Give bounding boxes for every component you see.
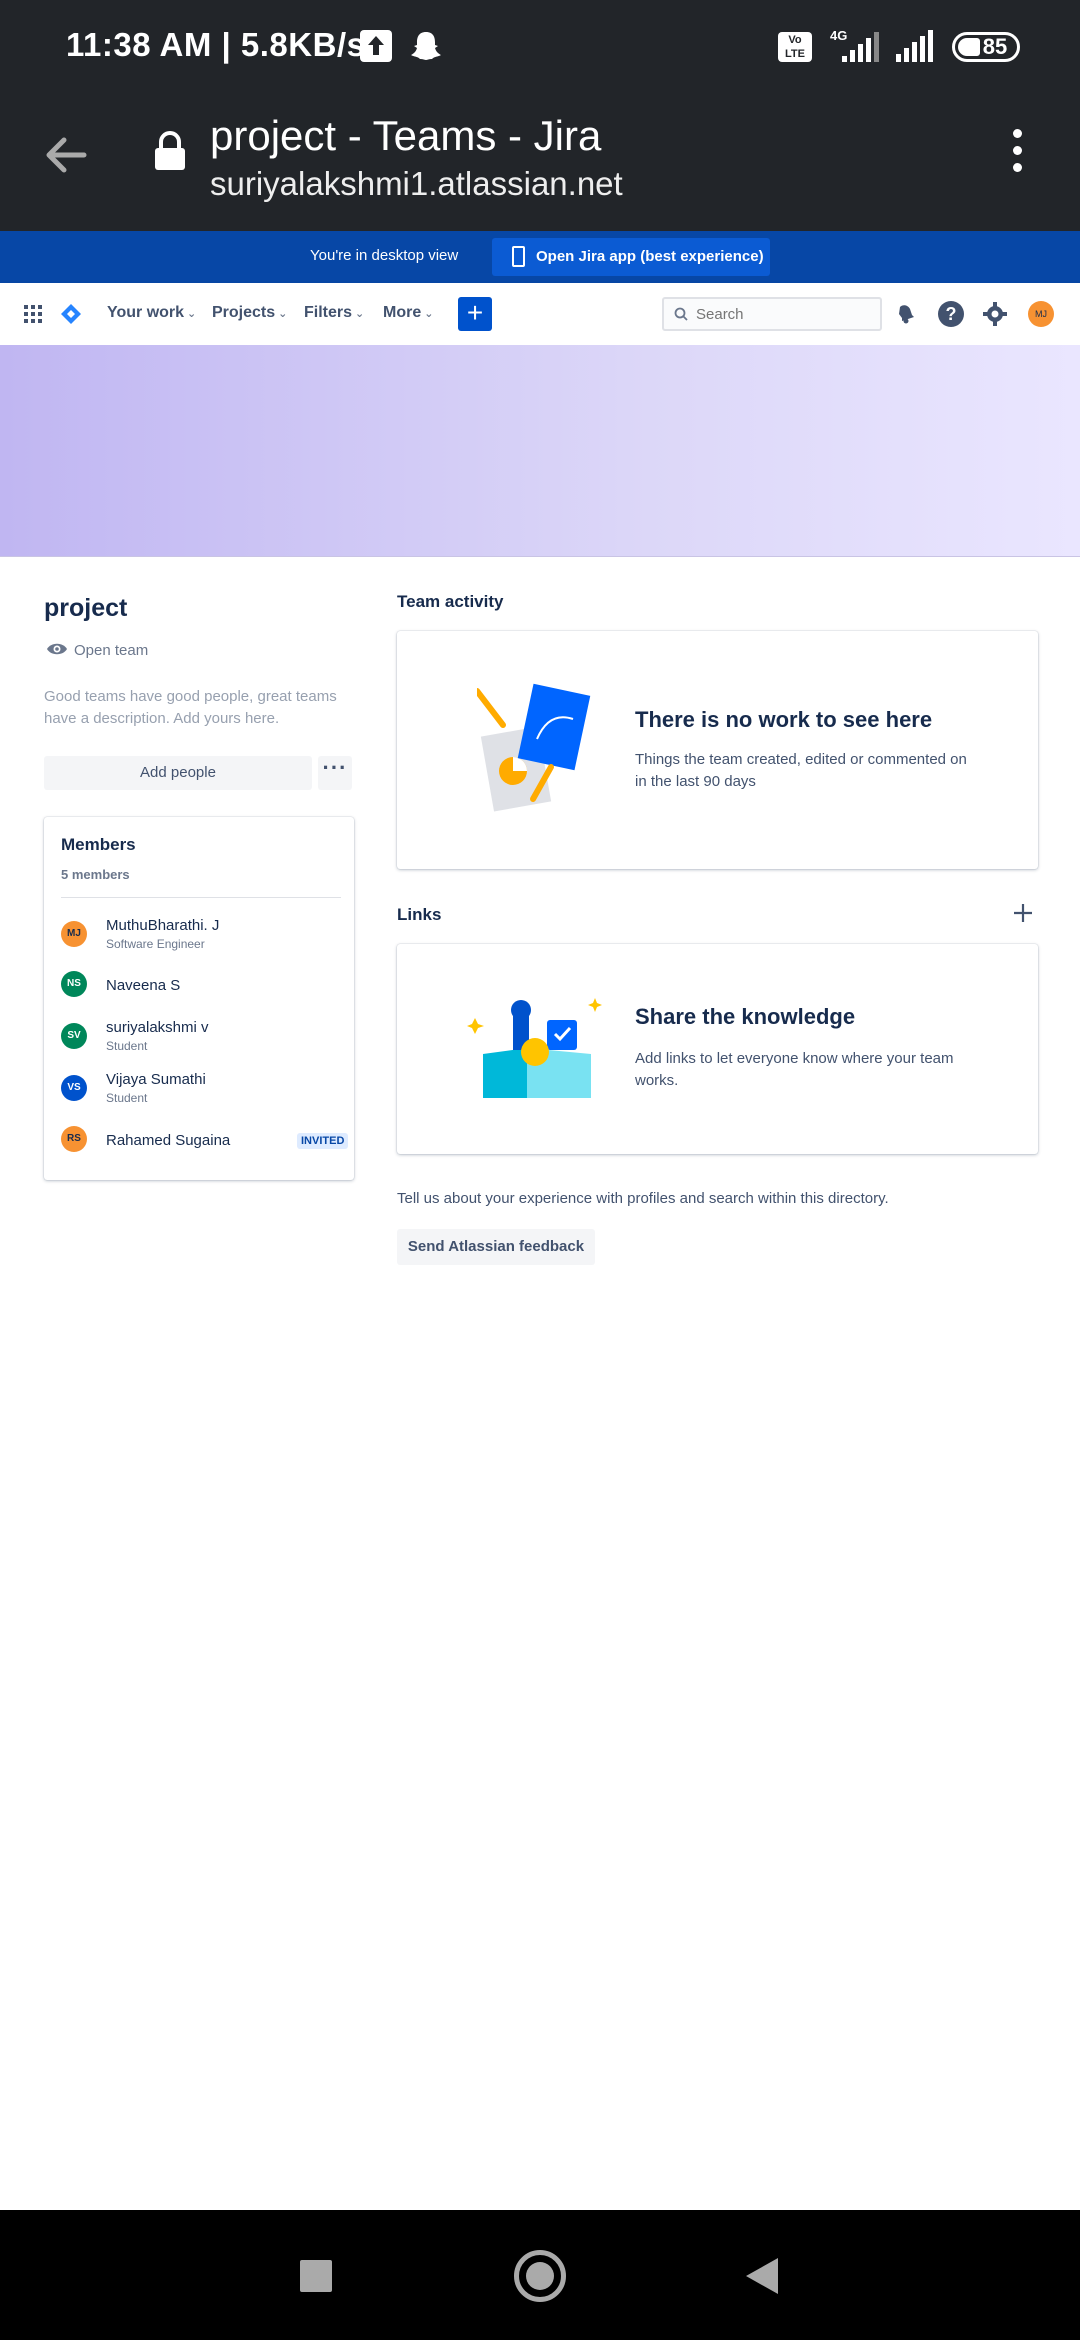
settings-gear-icon[interactable] <box>982 301 1008 327</box>
battery-icon: 85 <box>952 32 1020 62</box>
nav-your-work[interactable]: Your work ⌄ <box>107 304 196 322</box>
member-row[interactable]: NS Naveena S <box>61 967 341 1007</box>
svg-text:4G: 4G <box>830 28 847 43</box>
add-link-icon[interactable] <box>1012 902 1034 929</box>
avatar: MJ <box>61 921 87 947</box>
status-bar: 11:38 AM | 5.8KB/s Vo LTE 4G 85 <box>0 0 1080 94</box>
desktop-view-banner: You're in desktop view Open Jira app (be… <box>0 231 1080 283</box>
member-name: Naveena S <box>106 977 181 994</box>
search-icon <box>674 307 688 326</box>
avatar: NS <box>61 971 87 997</box>
home-icon[interactable] <box>514 2250 566 2302</box>
page-title: project - Teams - Jira <box>210 112 602 159</box>
team-activity-title: Team activity <box>397 592 504 611</box>
member-row[interactable]: MJ MuthuBharathi. J Software Engineer <box>61 917 341 957</box>
member-role: Student <box>106 1039 148 1053</box>
invited-badge: INVITED <box>297 1133 349 1149</box>
divider <box>61 897 341 898</box>
create-button[interactable]: + <box>458 297 492 331</box>
back-triangle-icon[interactable] <box>744 2256 780 2301</box>
team-name: project <box>44 594 128 622</box>
help-icon[interactable]: ? <box>938 301 964 327</box>
links-empty-heading: Share the knowledge <box>635 1004 856 1029</box>
members-count: 5 members <box>61 867 130 882</box>
browser-menu-icon[interactable] <box>1000 126 1034 178</box>
app-switcher-icon[interactable] <box>24 305 42 323</box>
members-title: Members <box>61 835 136 854</box>
links-card: Share the knowledge Add links to let eve… <box>397 944 1038 1154</box>
member-name: MuthuBharathi. J <box>106 917 220 934</box>
more-actions-button[interactable]: ··· <box>318 756 352 790</box>
members-card: Members 5 members MJ MuthuBharathi. J So… <box>44 817 354 1180</box>
feedback-text: Tell us about your experience with profi… <box>397 1190 889 1207</box>
open-jira-app-label: Open Jira app (best experience) <box>536 248 764 265</box>
eye-icon <box>46 641 68 661</box>
links-empty-text: Add links to let everyone know where you… <box>635 1050 954 1089</box>
android-nav-bar <box>0 2210 1080 2340</box>
recents-icon[interactable] <box>300 2260 332 2292</box>
search-box[interactable] <box>662 297 882 331</box>
profile-avatar[interactable]: MJ <box>1028 301 1054 327</box>
url-bar[interactable]: suriyalakshmi1.atlassian.net <box>210 162 623 206</box>
avatar: RS <box>61 1126 87 1152</box>
member-name: Rahamed Sugaina <box>106 1132 231 1149</box>
team-description[interactable]: Good teams have good people, great teams… <box>44 686 354 730</box>
browser-toolbar: project - Teams - Jira suriyalakshmi1.at… <box>0 94 1080 231</box>
team-header-banner <box>0 345 1080 557</box>
jira-logo-icon[interactable] <box>60 303 82 330</box>
member-name: suriyalakshmi v <box>106 1019 209 1036</box>
activity-empty-heading: There is no work to see here <box>635 707 933 732</box>
work-illustration-icon <box>474 681 597 822</box>
member-name: Vijaya Sumathi <box>106 1071 206 1088</box>
snapchat-icon <box>408 28 444 69</box>
avatar: SV <box>61 1023 87 1049</box>
member-row[interactable]: SV suriyalakshmi v Student <box>61 1019 341 1059</box>
member-row[interactable]: RS Rahamed Sugaina INVITED <box>61 1122 349 1162</box>
banner-text: You're in desktop view <box>310 247 459 264</box>
member-row[interactable]: VS Vijaya Sumathi Student <box>61 1071 341 1111</box>
jira-top-nav: Your work⌄ Projects⌄ Filters⌄ More⌄ + ? … <box>0 283 1080 345</box>
search-input[interactable] <box>696 304 866 324</box>
battery-level: 85 <box>982 34 1008 59</box>
signal-icon <box>894 30 938 69</box>
team-activity-card: There is no work to see here Things the … <box>397 631 1038 869</box>
nav-filters[interactable]: Filters ⌄ <box>304 304 364 322</box>
volte-icon: Vo LTE <box>778 32 812 62</box>
toolbox-illustration-icon <box>467 994 607 1109</box>
send-feedback-button[interactable]: Send Atlassian feedback <box>397 1229 595 1265</box>
lock-icon <box>152 130 188 179</box>
team-type: Open team <box>46 641 148 661</box>
links-title: Links <box>397 905 442 924</box>
activity-empty-text: Things the team created, edited or comme… <box>635 751 967 790</box>
signal-4g-icon: 4G <box>822 28 888 69</box>
status-time: 11:38 AM | 5.8KB/s <box>66 26 366 63</box>
member-role: Student <box>106 1091 148 1105</box>
phone-icon <box>512 246 525 267</box>
nav-more[interactable]: More ⌄ <box>383 304 433 322</box>
member-role: Software Engineer <box>106 937 205 951</box>
avatar: VS <box>61 1075 87 1101</box>
notifications-icon[interactable] <box>892 301 918 327</box>
add-people-button[interactable]: Add people <box>44 756 312 790</box>
upload-icon <box>360 30 392 62</box>
back-arrow-icon[interactable] <box>40 130 90 185</box>
nav-projects[interactable]: Projects ⌄ <box>212 304 287 322</box>
open-jira-app-button[interactable]: Open Jira app (best experience) <box>492 238 770 276</box>
